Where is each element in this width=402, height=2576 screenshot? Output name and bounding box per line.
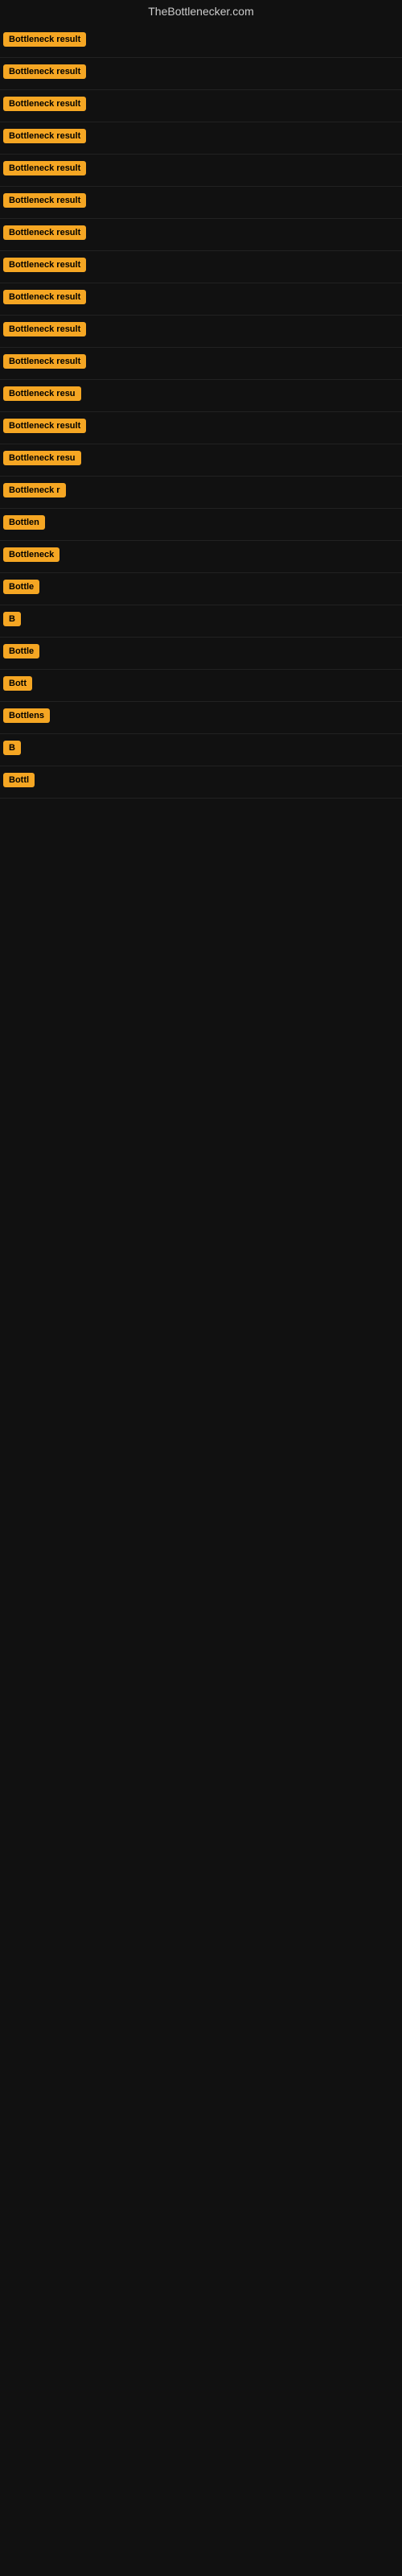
bottleneck-badge[interactable]: Bottleneck result [3,193,86,208]
list-item: Bottleneck result [0,187,402,219]
site-header: TheBottlenecker.com [0,0,402,26]
list-item: Bottleneck result [0,26,402,58]
list-item: Bottleneck resu [0,380,402,412]
bottleneck-badge[interactable]: Bottleneck result [3,129,86,143]
list-item: Bottleneck result [0,283,402,316]
list-item: Bottleneck r [0,477,402,509]
bottleneck-badge[interactable]: Bottleneck result [3,32,86,47]
bottleneck-badge[interactable]: Bottleneck resu [3,451,81,465]
list-item: Bottleneck result [0,412,402,444]
list-item: Bottleneck resu [0,444,402,477]
bottleneck-badge[interactable]: Bottle [3,644,39,658]
list-item: Bottleneck [0,541,402,573]
list-item: Bottl [0,766,402,799]
list-item: Bottleneck result [0,122,402,155]
list-item: B [0,605,402,638]
list-item: Bottle [0,638,402,670]
list-item: Bottlen [0,509,402,541]
list-item: Bott [0,670,402,702]
bottleneck-badge[interactable]: Bottleneck r [3,483,66,497]
list-item: Bottle [0,573,402,605]
bottleneck-badge[interactable]: Bottleneck result [3,97,86,111]
bottleneck-badge[interactable]: Bottleneck [3,547,59,562]
bottleneck-badge[interactable]: Bottleneck result [3,290,86,304]
list-item: Bottleneck result [0,219,402,251]
bottleneck-badge[interactable]: Bott [3,676,32,691]
list-item: Bottleneck result [0,155,402,187]
bottleneck-badge[interactable]: Bottleneck result [3,354,86,369]
bottleneck-badge[interactable]: Bottleneck result [3,161,86,175]
list-item: Bottlens [0,702,402,734]
list-item: Bottleneck result [0,348,402,380]
bottleneck-badge[interactable]: Bottleneck result [3,258,86,272]
list-item: Bottleneck result [0,58,402,90]
bottleneck-badge[interactable]: B [3,612,21,626]
site-title: TheBottlenecker.com [0,0,402,26]
list-item: Bottleneck result [0,251,402,283]
bottleneck-badge[interactable]: Bottleneck result [3,64,86,79]
list-item: Bottleneck result [0,90,402,122]
list-item: B [0,734,402,766]
bottleneck-badge[interactable]: Bottleneck result [3,225,86,240]
entries-container: Bottleneck result Bottleneck result Bottle… [0,26,402,799]
bottleneck-badge[interactable]: Bottleneck result [3,322,86,336]
bottleneck-badge[interactable]: Bottlen [3,515,45,530]
bottleneck-badge[interactable]: Bottl [3,773,35,787]
bottleneck-badge[interactable]: Bottleneck result [3,419,86,433]
list-item: Bottleneck result [0,316,402,348]
bottleneck-badge[interactable]: Bottleneck resu [3,386,81,401]
bottleneck-badge[interactable]: Bottlens [3,708,50,723]
bottleneck-badge[interactable]: B [3,741,21,755]
bottleneck-badge[interactable]: Bottle [3,580,39,594]
